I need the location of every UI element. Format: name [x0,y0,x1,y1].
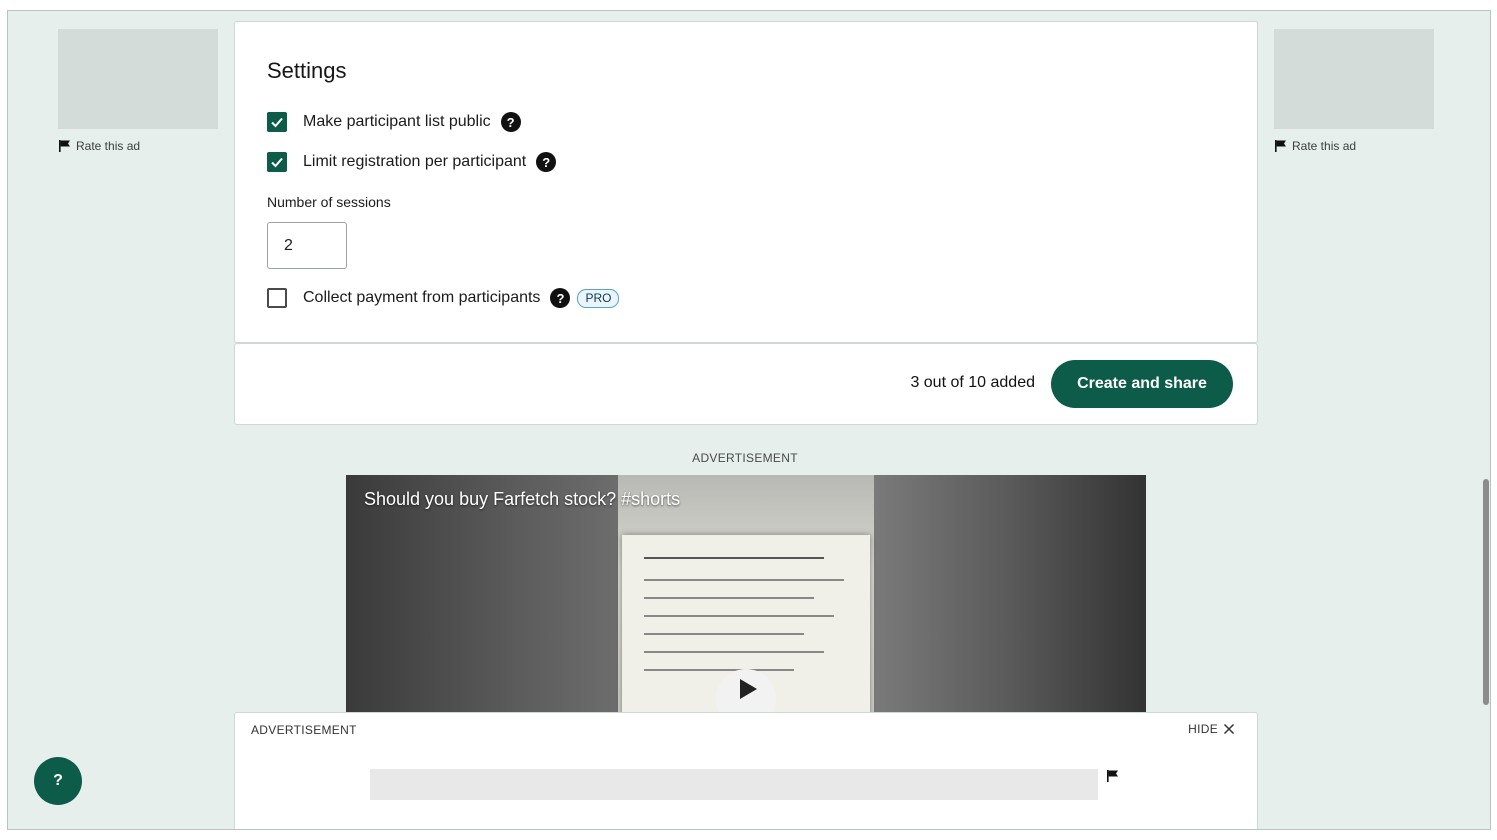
create-footer-bar: 3 out of 10 added Create and share [234,343,1258,425]
settings-card: Settings Make participant list public ? … [234,21,1258,343]
left-rate-ad-link[interactable]: Rate this ad [58,139,218,153]
option-collect-payment: Collect payment from participants ? PRO [267,287,620,309]
hide-ad-button[interactable]: HIDE [1182,721,1241,737]
option-public-participant-list: Make participant list public ? [267,111,521,133]
video-ad-caption: ADVERTISEMENT [692,451,798,465]
collect-payment-label: Collect payment from participants [303,289,541,306]
scrollbar-thumb[interactable] [1483,479,1489,705]
left-ad-placeholder[interactable] [58,29,218,129]
bottom-ad-caption: ADVERTISEMENT [251,723,357,737]
page-scrollbar[interactable] [1482,11,1490,829]
video-title[interactable]: Should you buy Farfetch stock? #shorts [364,489,680,510]
close-icon [1223,723,1235,735]
bottom-sticky-ad: ADVERTISEMENT HIDE [234,712,1258,829]
collect-payment-help-icon[interactable]: ? [550,288,571,308]
flag-icon [1275,140,1286,152]
page-frame: Rate this ad Rate this ad Settings Make … [7,10,1491,830]
flag-icon[interactable] [1106,769,1120,783]
collect-payment-checkbox[interactable] [267,288,287,308]
checkmark-icon [271,117,283,128]
play-icon [740,679,757,699]
flag-icon [59,140,70,152]
create-and-share-button[interactable]: Create and share [1051,360,1233,408]
settings-title: Settings [267,58,347,83]
right-rate-ad-link[interactable]: Rate this ad [1274,139,1434,153]
video-frame-right [874,475,1146,715]
public-list-checkbox[interactable] [267,112,287,132]
limit-registration-help-icon[interactable]: ? [536,152,557,172]
left-rate-ad-label: Rate this ad [76,139,141,153]
right-rate-ad-label: Rate this ad [1292,139,1357,153]
hide-ad-label: HIDE [1188,722,1218,736]
public-list-label: Make participant list public [303,113,491,130]
right-ad-placeholder[interactable] [1274,29,1434,129]
option-limit-registration: Limit registration per participant ? [267,151,557,173]
left-side-ad: Rate this ad [58,29,218,153]
limit-registration-checkbox[interactable] [267,152,287,172]
pro-badge: PRO [577,288,620,308]
sessions-label: Number of sessions [267,194,391,210]
limit-registration-label: Limit registration per participant [303,153,527,170]
video-ad-player[interactable]: Should you buy Farfetch stock? #shorts [346,475,1146,715]
right-side-ad: Rate this ad [1274,29,1434,153]
checkmark-icon [271,157,283,168]
sessions-input[interactable] [267,222,347,269]
video-frame-left [346,475,618,715]
bottom-ad-banner[interactable] [370,769,1098,800]
help-fab-button[interactable]: ? [34,757,82,805]
public-list-help-icon[interactable]: ? [500,112,521,132]
participant-count: 3 out of 10 added [910,374,1035,391]
